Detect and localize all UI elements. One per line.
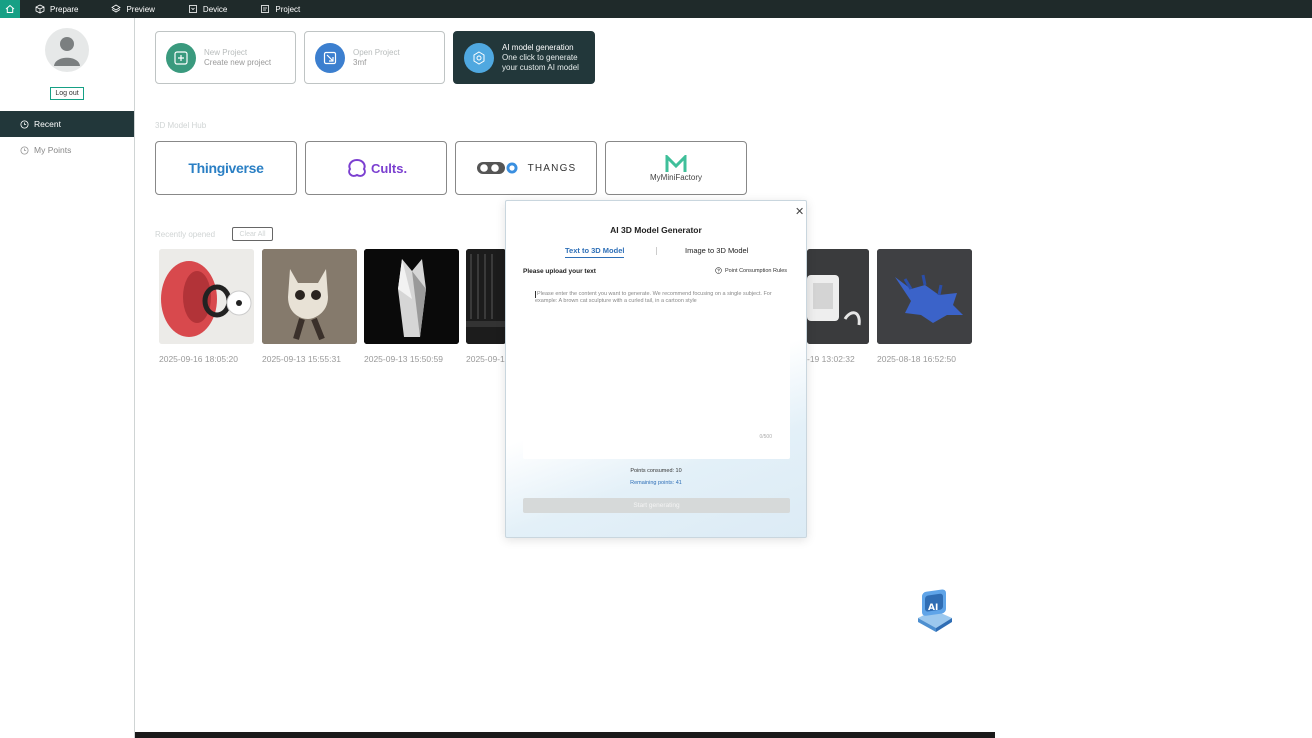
sidebar-item-recent[interactable]: Recent <box>0 111 134 137</box>
recent-section-label: Recently opened <box>155 230 216 239</box>
prompt-textarea[interactable]: Please enter the content you want to gen… <box>523 283 790 459</box>
ai-robot-icon: AI <box>918 589 952 632</box>
nav-prepare[interactable]: Prepare <box>35 4 78 14</box>
nav-project[interactable]: Project <box>260 4 300 14</box>
point-rules-link[interactable]: Point Consumption Rules <box>715 267 787 274</box>
tab-divider <box>656 247 657 255</box>
new-project-icon <box>166 42 196 73</box>
user-silhouette-icon <box>54 37 80 66</box>
open-project-card[interactable]: Open Project 3mf <box>304 31 445 84</box>
home-icon <box>5 4 15 13</box>
upload-text-label: Please upload your text <box>523 268 596 275</box>
tab-image-to-3d[interactable]: Image to 3D Model <box>685 246 748 255</box>
recent-thumbnail[interactable] <box>364 249 459 344</box>
sidebar-item-label: Recent <box>34 119 61 129</box>
hub-myminifactory[interactable]: MyMiniFactory <box>605 141 747 195</box>
recent-date: 2025-09-1 <box>466 354 505 364</box>
recent-date: 2025-09-16 18:05:20 <box>159 354 238 364</box>
recent-thumbnail[interactable] <box>807 249 869 344</box>
hub-thingiverse[interactable]: Thingiverse <box>155 141 297 195</box>
myminifactory-logo-icon <box>665 154 687 172</box>
point-rules-label: Point Consumption Rules <box>725 267 788 274</box>
thangs-logo: THANGS <box>527 162 577 174</box>
clock-icon <box>20 119 29 129</box>
recent-thumbnail[interactable] <box>159 249 254 344</box>
ai-model-generation-card[interactable]: AI model generation One click to generat… <box>453 31 595 84</box>
svg-text:AI: AI <box>928 603 938 613</box>
card-title: New Project <box>204 47 248 57</box>
nav-device[interactable]: Device <box>188 4 227 14</box>
cat-sculpture-model-icon <box>262 249 357 344</box>
text-cursor <box>535 291 536 298</box>
horizontal-scrollbar[interactable] <box>135 732 995 738</box>
owl-sculpture-model-icon <box>364 249 459 344</box>
hub-cults[interactable]: Cults. <box>305 141 447 195</box>
sidebar-item-my-points[interactable]: My Points <box>0 137 134 163</box>
question-circle-icon <box>715 267 722 274</box>
nav-project-label: Project <box>275 4 301 14</box>
nav-preview[interactable]: Preview <box>111 4 155 14</box>
recent-date: 2025-09-13 15:55:31 <box>262 354 341 364</box>
sidebar-item-label: My Points <box>34 145 72 155</box>
recent-thumbnail[interactable] <box>466 249 506 344</box>
card-subtitle: One click to generate your custom AI mod… <box>502 52 579 72</box>
logout-button[interactable]: Log out <box>50 87 84 100</box>
nav-device-label: Device <box>202 4 228 14</box>
dialog-title: AI 3D Model Generator <box>610 225 702 235</box>
new-project-card[interactable]: New Project Create new project <box>155 31 296 84</box>
recent-date: -19 13:02:32 <box>807 354 855 364</box>
project-icon <box>261 5 270 13</box>
card-subtitle: Create new project <box>204 57 272 67</box>
open-project-icon <box>315 42 345 73</box>
red-bowl-model-icon <box>159 249 254 344</box>
layers-icon <box>111 4 122 13</box>
ai-generator-dialog: ✕ AI 3D Model Generator Text to 3D Model… <box>505 200 807 538</box>
clear-all-button[interactable]: Clear All <box>232 227 273 241</box>
device-icon <box>189 5 197 13</box>
ai-assistant-float-button[interactable]: AI <box>910 588 958 634</box>
recent-thumbnail[interactable] <box>877 249 972 344</box>
card-subtitle: 3mf <box>353 57 367 67</box>
cults-logo-icon <box>348 158 366 177</box>
clock-icon <box>20 145 29 155</box>
sidebar: Log out Recent My Points <box>0 18 135 738</box>
card-title: Open Project <box>353 47 400 57</box>
recent-date: 2025-09-13 15:50:59 <box>364 354 443 364</box>
tab-text-to-3d[interactable]: Text to 3D Model <box>565 246 625 258</box>
prompt-placeholder: Please enter the content you want to gen… <box>535 291 772 304</box>
cube-icon <box>35 4 45 14</box>
home-button[interactable] <box>0 0 20 18</box>
nav-preview-label: Preview <box>126 4 155 14</box>
ai-gear-icon <box>464 42 494 73</box>
close-icon[interactable]: ✕ <box>795 205 804 218</box>
nav-prepare-label: Prepare <box>50 4 79 14</box>
cults-logo: Cults. <box>370 160 408 176</box>
thingiverse-logo: Thingiverse <box>188 160 264 176</box>
dark-model-icon <box>466 249 506 344</box>
recent-date: 2025-08-18 16:52:50 <box>877 354 956 364</box>
white-device-model-icon <box>807 249 869 344</box>
card-title: AI model generation <box>502 42 574 52</box>
avatar[interactable] <box>45 28 89 72</box>
hub-thangs[interactable]: THANGS <box>455 141 597 195</box>
myminifactory-logo: MyMiniFactory <box>649 172 702 182</box>
points-consumed: Points consumed: 10 <box>630 468 682 474</box>
top-nav-bar: Prepare Preview Device Project <box>0 0 1312 18</box>
recent-thumbnail[interactable] <box>262 249 357 344</box>
character-counter: 0/500 <box>759 434 772 440</box>
remaining-points: Remaining points: 41 <box>630 480 682 486</box>
hub-section-label: 3D Model Hub <box>155 121 207 130</box>
blue-dragon-model-icon <box>877 249 972 344</box>
thangs-logo-icon <box>476 162 518 174</box>
start-generating-button[interactable]: Start generating <box>523 498 790 513</box>
